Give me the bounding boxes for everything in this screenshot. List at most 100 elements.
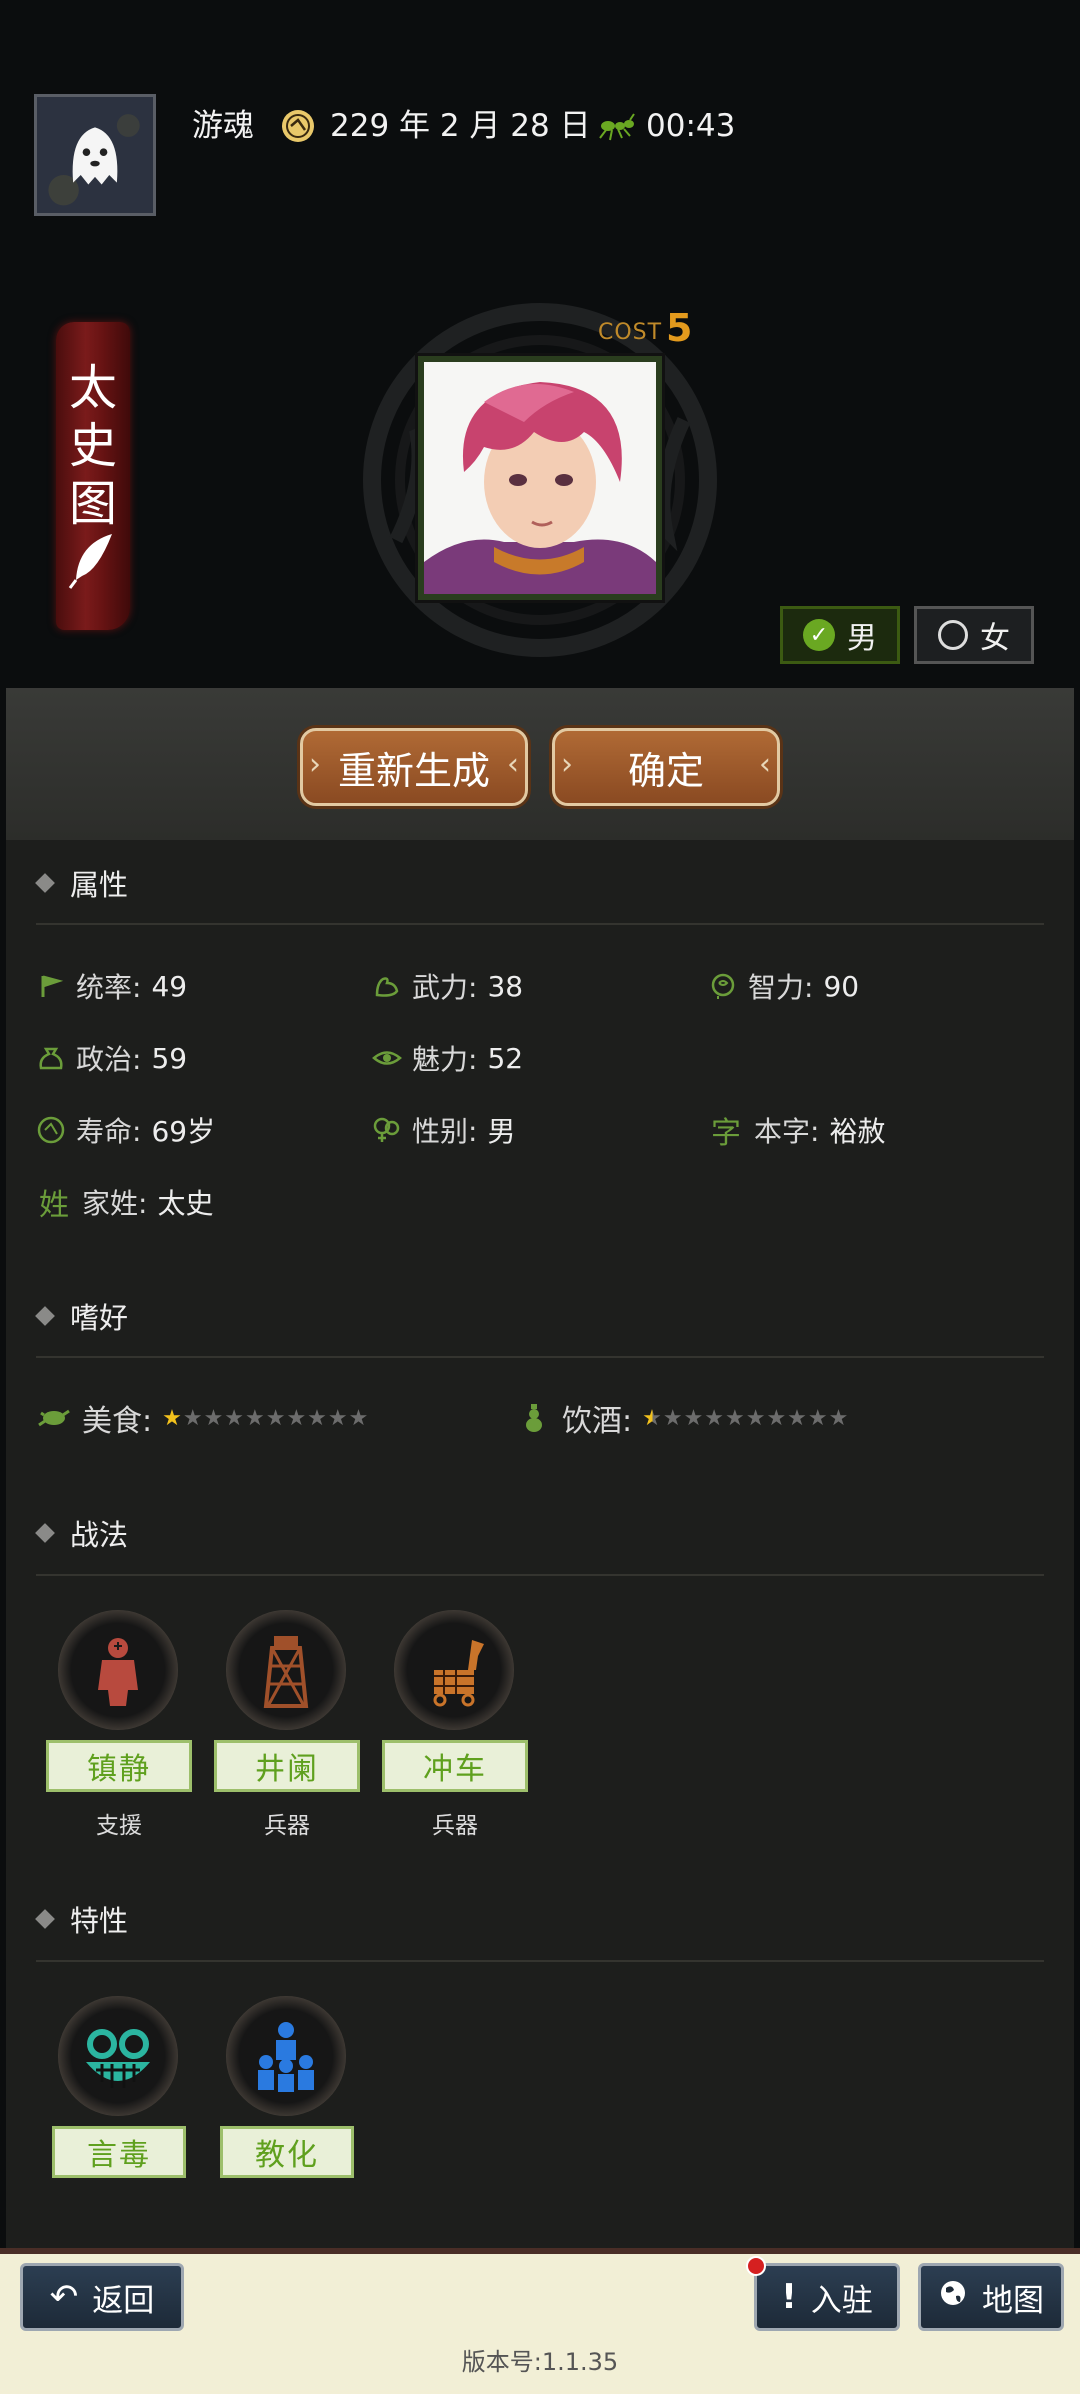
attr-label: 寿命: (76, 1115, 142, 1148)
attr-value: 90 (823, 969, 860, 1003)
trait-icon-venom-tongue[interactable] (58, 1996, 178, 2116)
attr-label: 本字: (754, 1115, 820, 1148)
gender-female-option[interactable]: 女 (914, 606, 1034, 664)
ghost-avatar-icon (37, 97, 153, 213)
attr-value: 52 (487, 1041, 524, 1075)
empty-circle-icon (938, 620, 968, 650)
back-arrow-icon: ↶ (49, 2277, 79, 2317)
panel-action-strip (6, 690, 1074, 840)
globe-icon (938, 2278, 968, 2316)
section-traits: 特性 (35, 1898, 129, 1940)
divider (36, 1960, 1044, 1962)
character-portrait (418, 356, 662, 600)
tactic-icon-siege-tower[interactable] (226, 1610, 346, 1730)
attr-label: 智力: (748, 971, 814, 1004)
trait-icon-teaching[interactable] (226, 1996, 346, 2116)
teaching-people-icon (258, 2022, 314, 2092)
attr-label: 统率: (76, 971, 142, 1004)
section-hobbies-title: 嗜好 (70, 1301, 129, 1335)
back-button[interactable]: ↶ 返回 (20, 2263, 184, 2331)
attr-value: 59 (151, 1041, 188, 1075)
diamond-bullet-icon (35, 1306, 55, 1326)
section-tactics-title: 战法 (70, 1518, 129, 1552)
banner-char-3: 图 (68, 476, 117, 532)
flag-icon (36, 971, 66, 1001)
calendar-dial-icon (36, 1115, 66, 1145)
game-time: 00:43 (646, 108, 736, 144)
gender-male-label: 男 (847, 621, 877, 656)
divider (36, 923, 1044, 925)
diamond-bullet-icon (35, 873, 55, 893)
taishi-map-banner[interactable]: 太 史 图 (56, 322, 130, 630)
hobby-label: 美食: (82, 1404, 153, 1439)
attr-label: 政治: (76, 1043, 142, 1076)
xing-character-icon: 姓 (39, 1188, 69, 1223)
siege-tower-icon (263, 1636, 309, 1708)
regenerate-button[interactable]: › 重新生成 ‹ (300, 728, 528, 806)
player-avatar[interactable] (34, 94, 156, 216)
tactic-icon-battering-ram[interactable] (394, 1610, 514, 1730)
attr-value: 男 (487, 1115, 516, 1148)
player-name: 游魂 (192, 108, 254, 144)
section-attributes-title: 属性 (70, 868, 129, 902)
divider (36, 1574, 1044, 1576)
trait-name[interactable]: 教化 (220, 2126, 354, 2178)
pouch-icon (36, 1043, 66, 1073)
tactic-type: 兵器 (432, 1813, 478, 1839)
map-button[interactable]: 地图 (918, 2263, 1064, 2331)
tactic-type: 支援 (96, 1813, 142, 1839)
muscle-arm-icon (372, 971, 402, 1001)
attr-value: 49 (151, 969, 188, 1003)
section-attributes: 属性 (35, 862, 129, 904)
hobby-rating-stars: ★★★★★★★★★★ (642, 1405, 850, 1431)
check-circle-icon: ✓ (803, 619, 835, 651)
confirm-button[interactable]: › 确定 ‹ (552, 728, 780, 806)
tactic-name[interactable]: 镇静 (46, 1740, 192, 1792)
attr-courtesy-name: 字 本字: 裕赦 (708, 1110, 886, 1151)
section-traits-title: 特性 (70, 1904, 129, 1938)
eye-icon (372, 1043, 402, 1073)
tactic-name[interactable]: 井阑 (214, 1740, 360, 1792)
game-date: 229 年 2 月 28 日 (330, 108, 591, 144)
back-label: 返回 (92, 2282, 155, 2319)
food-icon (36, 1403, 72, 1433)
regenerate-label: 重新生成 (337, 748, 490, 793)
diamond-bullet-icon (35, 1909, 55, 1929)
attr-label: 魅力: (412, 1043, 478, 1076)
attr-value: 太史 (157, 1187, 214, 1220)
tactic-name[interactable]: 冲车 (382, 1740, 528, 1792)
hobby-wine: 饮酒: ★★★★★★★★★★ (516, 1398, 850, 1439)
map-label: 地图 (982, 2282, 1044, 2319)
tactic-icon-calm[interactable] (58, 1610, 178, 1730)
attr-politics: 政治: 59 (36, 1038, 187, 1078)
station-label: 入驻 (810, 2282, 873, 2319)
brain-head-icon (708, 971, 738, 1001)
attr-value: 69岁 (151, 1115, 216, 1148)
trait-name[interactable]: 言毒 (52, 2126, 186, 2178)
feather-quill-icon (68, 534, 112, 589)
wine-gourd-icon (516, 1403, 552, 1433)
hobby-rating-stars: ★★★★★★★★★★ (162, 1405, 370, 1431)
attr-value: 裕赦 (829, 1115, 886, 1148)
attr-family-name: 姓 家姓: 太史 (36, 1182, 214, 1223)
attr-gender: 性别: 男 (372, 1110, 515, 1150)
ant-clock-icon (596, 108, 636, 144)
notification-dot (746, 2256, 766, 2276)
grinning-mask-icon (86, 2029, 150, 2088)
exclamation-icon: ! (781, 2277, 797, 2317)
section-hobbies: 嗜好 (35, 1295, 129, 1337)
cost-label: COST (598, 320, 663, 345)
gender-female-label: 女 (980, 621, 1010, 656)
gender-male-option[interactable]: ✓ 男 (780, 606, 900, 664)
divider (36, 1356, 1044, 1358)
attr-value: 38 (487, 969, 524, 1003)
tactic-type: 兵器 (264, 1813, 310, 1839)
hobby-food: 美食: ★★★★★★★★★★ (36, 1398, 370, 1439)
section-tactics: 战法 (35, 1512, 129, 1554)
station-button[interactable]: ! 入驻 (754, 2263, 900, 2331)
calendar-dial-icon (280, 108, 316, 144)
hobby-label: 饮酒: (562, 1404, 633, 1439)
attr-force: 武力: 38 (372, 966, 523, 1006)
calm-soldier-icon (98, 1638, 138, 1706)
attr-label: 性别: (412, 1115, 478, 1148)
